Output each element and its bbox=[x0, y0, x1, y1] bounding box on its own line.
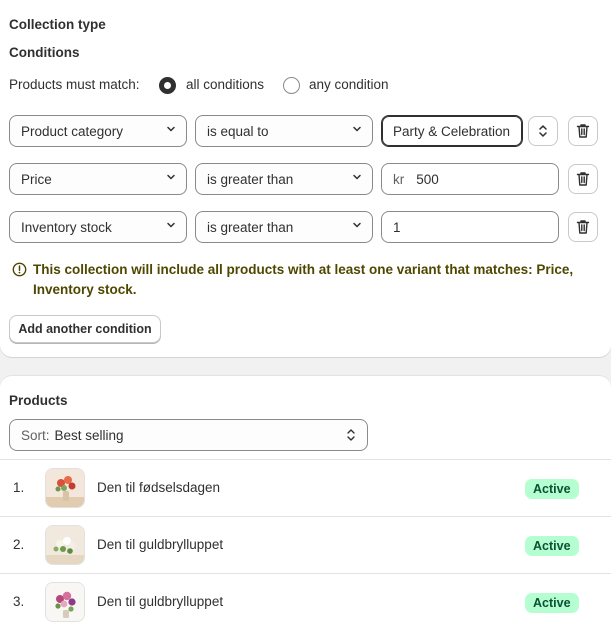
radio-any-condition-label[interactable]: any condition bbox=[309, 77, 389, 92]
condition-2-operator-value: is greater than bbox=[207, 171, 294, 187]
conditions-heading: Conditions bbox=[9, 45, 80, 60]
condition-2-field-select[interactable]: Price bbox=[9, 163, 187, 195]
warning-icon bbox=[12, 262, 27, 277]
flower-bouquet-image bbox=[46, 583, 84, 621]
condition-1-operator-select[interactable]: is equal to bbox=[195, 115, 373, 147]
condition-1-field-select[interactable]: Product category bbox=[9, 115, 187, 147]
product-row[interactable]: 2. Den til guldbrylluppet Active bbox=[0, 517, 611, 573]
condition-3-operator-select[interactable]: is greater than bbox=[195, 211, 373, 243]
product-row[interactable]: 3. Den til guldbrylluppet Active bbox=[0, 574, 611, 630]
select-arrows-icon bbox=[539, 125, 547, 137]
condition-1-value-input[interactable]: Party & Celebration bbox=[381, 115, 523, 147]
sort-select[interactable]: Sort: Best selling bbox=[9, 419, 368, 451]
warning-line-2: Inventory stock. bbox=[33, 282, 137, 297]
select-arrows-icon bbox=[347, 429, 355, 441]
collection-type-heading: Collection type bbox=[9, 17, 106, 32]
condition-1-field-value: Product category bbox=[21, 123, 124, 139]
condition-1-stepper-button[interactable] bbox=[528, 116, 558, 146]
condition-3-field-value: Inventory stock bbox=[21, 219, 112, 235]
radio-any-condition[interactable] bbox=[283, 77, 300, 94]
trash-icon bbox=[576, 172, 590, 186]
radio-all-conditions-label[interactable]: all conditions bbox=[186, 77, 264, 92]
condition-1-value-text: Party & Celebration bbox=[393, 123, 511, 139]
condition-3-value-text: 1 bbox=[393, 219, 401, 235]
sort-label: Sort: bbox=[21, 427, 50, 443]
condition-warning: This collection will include all product… bbox=[33, 260, 593, 300]
chevron-down-icon bbox=[167, 222, 175, 228]
chevron-down-icon bbox=[353, 174, 361, 180]
warning-line-1: This collection will include all product… bbox=[33, 262, 574, 277]
product-thumbnail bbox=[45, 468, 85, 508]
product-index: 3. bbox=[13, 594, 25, 609]
product-name[interactable]: Den til fødselsdagen bbox=[97, 480, 220, 495]
chevron-down-icon bbox=[167, 174, 175, 180]
product-index: 1. bbox=[13, 480, 25, 495]
trash-icon bbox=[576, 124, 590, 138]
flower-bouquet-image bbox=[46, 469, 84, 507]
chevron-down-icon bbox=[353, 126, 361, 132]
condition-2-delete-button[interactable] bbox=[568, 164, 598, 194]
condition-2-value-input[interactable]: kr 500 bbox=[381, 163, 559, 195]
products-heading: Products bbox=[9, 393, 68, 408]
conditions-card: Collection type Conditions Products must… bbox=[0, 0, 611, 357]
status-badge: Active bbox=[525, 479, 579, 499]
condition-2-value-text: 500 bbox=[416, 171, 439, 187]
condition-3-field-select[interactable]: Inventory stock bbox=[9, 211, 187, 243]
product-name[interactable]: Den til guldbrylluppet bbox=[97, 537, 223, 552]
sort-value: Best selling bbox=[54, 427, 124, 443]
condition-2-field-value: Price bbox=[21, 171, 52, 187]
radio-all-conditions[interactable] bbox=[159, 77, 176, 94]
product-index: 2. bbox=[13, 537, 25, 552]
product-name[interactable]: Den til guldbrylluppet bbox=[97, 594, 223, 609]
condition-3-value-input[interactable]: 1 bbox=[381, 211, 559, 243]
add-condition-button[interactable]: Add another condition bbox=[9, 315, 161, 343]
product-thumbnail bbox=[45, 582, 85, 622]
chevron-down-icon bbox=[353, 222, 361, 228]
chevron-down-icon bbox=[167, 126, 175, 132]
flower-bouquet-image bbox=[46, 526, 84, 564]
currency-prefix: kr bbox=[393, 171, 405, 187]
status-badge: Active bbox=[525, 593, 579, 613]
condition-2-operator-select[interactable]: is greater than bbox=[195, 163, 373, 195]
product-row[interactable]: 1. Den til fødselsdagen Active bbox=[0, 460, 611, 516]
condition-1-operator-value: is equal to bbox=[207, 123, 269, 139]
trash-icon bbox=[576, 220, 590, 234]
products-card: Products Sort: Best selling 1. Den til f… bbox=[0, 376, 611, 635]
condition-3-operator-value: is greater than bbox=[207, 219, 294, 235]
condition-1-delete-button[interactable] bbox=[568, 116, 598, 146]
condition-3-delete-button[interactable] bbox=[568, 212, 598, 242]
product-thumbnail bbox=[45, 525, 85, 565]
status-badge: Active bbox=[525, 536, 579, 556]
match-label: Products must match: bbox=[9, 77, 140, 92]
